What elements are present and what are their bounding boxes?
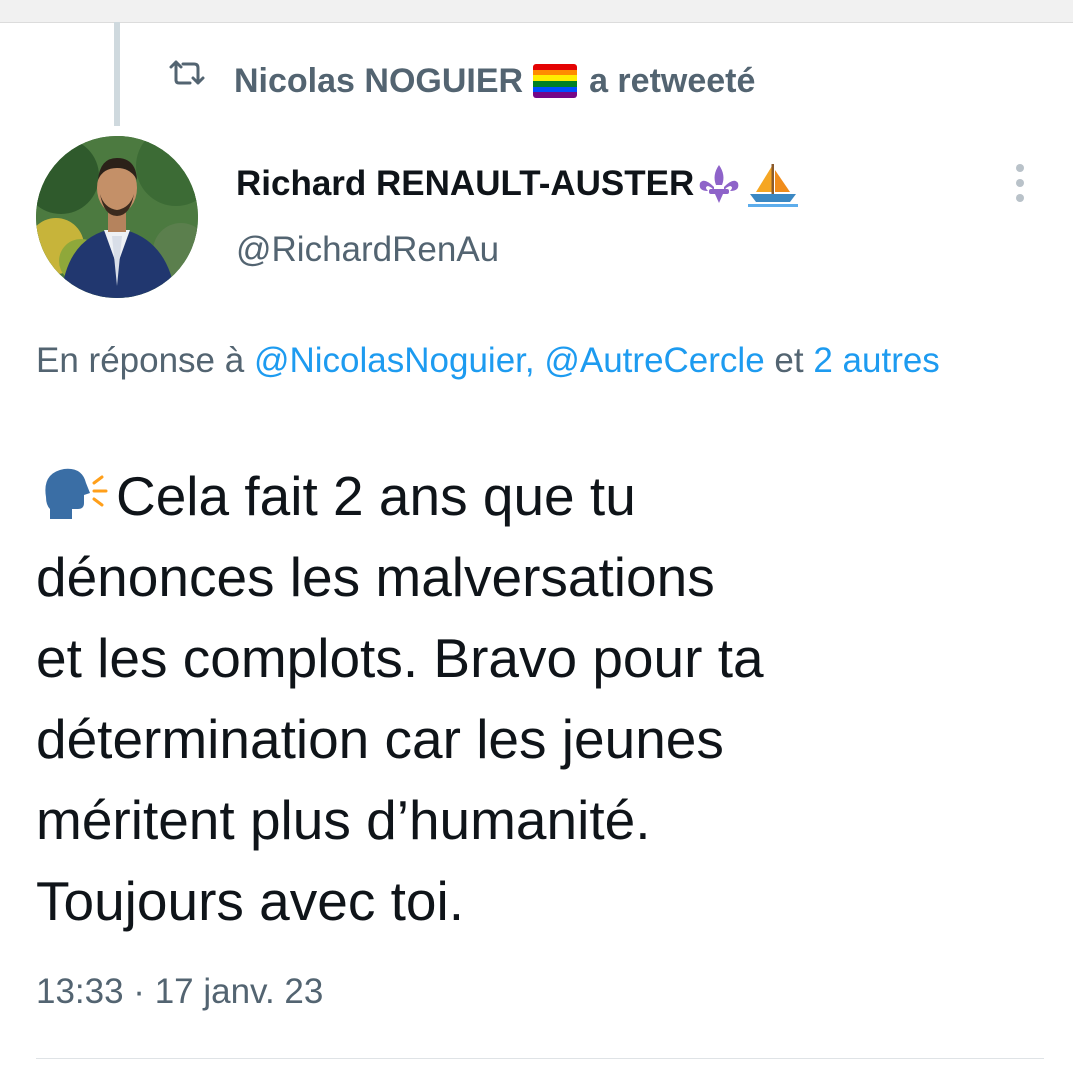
tweet-line: Cela fait 2 ans que tu: [36, 456, 1036, 537]
sailboat-icon: [748, 164, 799, 207]
tweet-line: et les complots. Bravo pour ta: [36, 627, 764, 689]
retweet-suffix: a retweeté: [589, 61, 756, 100]
more-dot-icon: [1016, 179, 1024, 187]
tweet-text: Cela fait 2 ans que tu dénonces les malv…: [36, 456, 1036, 942]
top-divider: [0, 0, 1073, 23]
more-options-button[interactable]: [1000, 158, 1040, 208]
more-dot-icon: [1016, 194, 1024, 202]
avatar-photo: [36, 136, 198, 298]
tweet-line: dénonces les malversations: [36, 546, 715, 608]
author-handle[interactable]: @RichardRenAu: [236, 230, 499, 270]
speaking-head-icon: [45, 468, 108, 519]
others-link[interactable]: 2 autres: [813, 341, 939, 380]
rainbow-flag-icon: [533, 64, 578, 98]
tweet-line-text: Cela fait 2 ans que tu: [116, 465, 636, 527]
fleur-de-lis-icon: [699, 165, 739, 203]
author-display-name-row[interactable]: Richard RENAULT-AUSTER: [236, 160, 800, 208]
avatar[interactable]: [36, 136, 198, 298]
retweet-icon: [169, 60, 205, 85]
tweet-line: méritent plus d’humanité.: [36, 789, 651, 851]
retweeter-name[interactable]: Nicolas NOGUIER: [234, 62, 523, 101]
more-dot-icon: [1016, 164, 1024, 172]
thread-connector-line: [114, 22, 120, 126]
bottom-divider: [36, 1058, 1044, 1059]
tweet-line: détermination car les jeunes: [36, 708, 724, 770]
tweet-timestamp[interactable]: 13:33 · 17 janv. 23: [36, 972, 323, 1012]
mention-link[interactable]: @NicolasNoguier,: [254, 341, 535, 380]
mention-link[interactable]: @AutreCercle: [544, 341, 764, 380]
reply-context: En réponse à @NicolasNoguier, @AutreCerc…: [36, 330, 1046, 392]
retweet-header[interactable]: Nicolas NOGUIER a retweeté: [168, 56, 755, 106]
reply-connector: et: [774, 341, 804, 380]
reply-prefix: En réponse à: [36, 341, 245, 380]
author-display-name[interactable]: Richard RENAULT-AUSTER: [236, 164, 694, 204]
tweet-line: Toujours avec toi.: [36, 870, 464, 932]
